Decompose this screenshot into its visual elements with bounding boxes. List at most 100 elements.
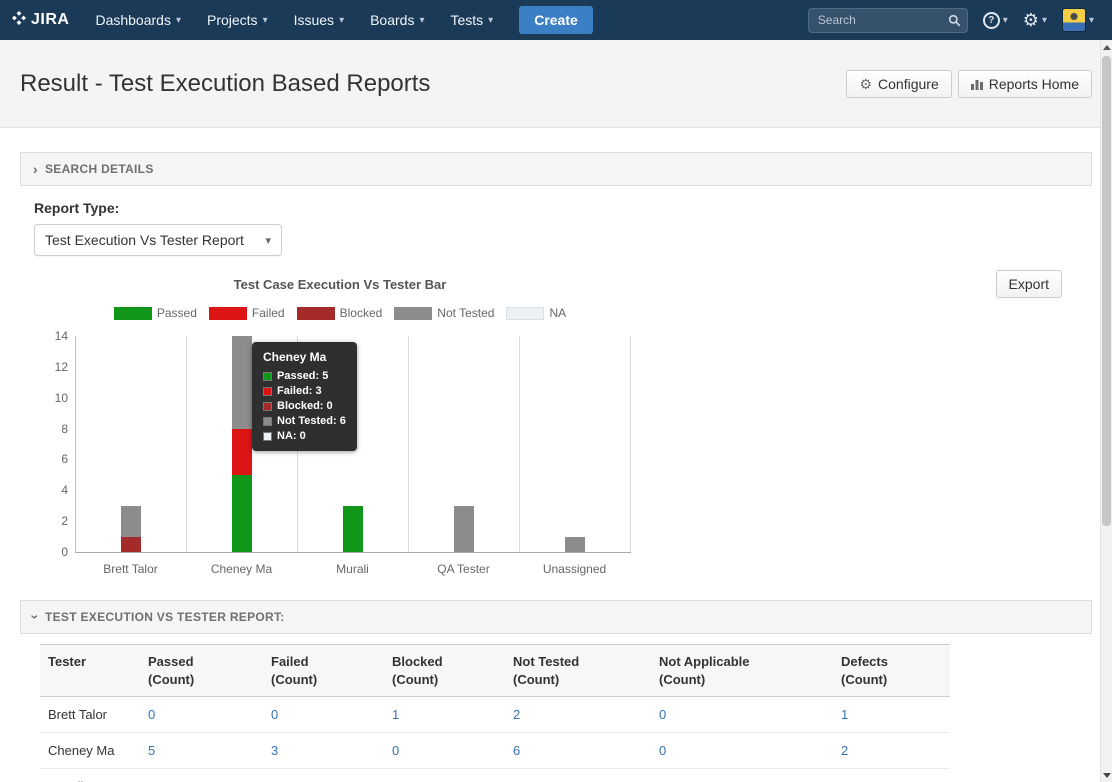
help-menu[interactable]: ? ▾ — [983, 12, 1008, 29]
scrollbar-down-arrow-icon[interactable] — [1101, 768, 1112, 782]
count-cell: 0 — [384, 769, 505, 782]
report-type-select[interactable]: Test Execution Vs Tester Report ▾ — [34, 224, 282, 256]
bar-cheney-ma-passed[interactable] — [232, 475, 252, 552]
table-body: Brett Talor001201Cheney Ma530602Murali30… — [40, 697, 950, 782]
vertical-scrollbar[interactable] — [1100, 40, 1112, 782]
column-header-label: Not Applicable — [659, 653, 825, 671]
legend-swatch-blocked — [297, 307, 335, 320]
bar-qa-tester-not-tested[interactable] — [454, 506, 474, 552]
count-link[interactable]: 2 — [841, 743, 848, 758]
count-link[interactable]: 0 — [392, 743, 399, 758]
legend-item-failed: Failed — [209, 306, 285, 320]
x-axis-category-label: Unassigned — [519, 562, 630, 576]
legend-item-blocked: Blocked — [297, 306, 383, 320]
legend-label: NA — [549, 306, 566, 320]
count-link[interactable]: 2 — [513, 707, 520, 722]
bar-cheney-ma-failed[interactable] — [232, 429, 252, 475]
scrollbar-thumb[interactable] — [1102, 56, 1111, 526]
count-link[interactable]: 5 — [148, 743, 155, 758]
count-cell: 0 — [651, 697, 833, 733]
nav-item-label: Tests — [450, 12, 483, 28]
gridline — [519, 336, 520, 552]
count-link[interactable]: 0 — [659, 743, 666, 758]
count-cell: 0 — [140, 697, 263, 733]
report-type-selected-value: Test Execution Vs Tester Report — [45, 232, 244, 248]
column-header-label: Blocked — [392, 653, 497, 671]
count-link[interactable]: 1 — [392, 707, 399, 722]
tooltip-title: Cheney Ma — [263, 350, 346, 364]
tooltip-swatch — [263, 417, 272, 426]
chevron-down-icon: ▾ — [419, 15, 424, 26]
column-header-sub: (Count) — [841, 671, 942, 689]
column-header-label: Failed — [271, 653, 376, 671]
count-link[interactable]: 3 — [271, 743, 278, 758]
nav-menu: Dashboards▾Projects▾Issues▾Boards▾Tests▾ — [95, 12, 493, 28]
bar-unassigned-not-tested[interactable] — [565, 537, 585, 552]
configure-button-label: Configure — [878, 76, 939, 92]
count-link[interactable]: 0 — [148, 707, 155, 722]
tester-name-cell: Murali — [40, 769, 140, 782]
column-header-label: Tester — [48, 653, 132, 671]
main-content: › SEARCH DETAILS Report Type: Test Execu… — [0, 152, 1112, 782]
gear-icon: ⚙ — [1023, 11, 1039, 29]
y-axis-tick-label: 12 — [28, 360, 68, 374]
chart-header: Test Case Execution Vs Tester Bar Export — [20, 270, 1092, 302]
chart-canvas: Cheney Ma Passed: 5Failed: 3Blocked: 0No… — [20, 322, 680, 584]
table-header-row: TesterPassed(Count)Failed(Count)Blocked(… — [40, 645, 950, 697]
gridline — [408, 336, 409, 552]
nav-item-tests[interactable]: Tests▾ — [450, 12, 493, 28]
nav-item-issues[interactable]: Issues▾ — [294, 12, 345, 28]
admin-settings-menu[interactable]: ⚙ ▾ — [1023, 11, 1047, 29]
table-row: Brett Talor001201 — [40, 697, 950, 733]
column-header-sub: (Count) — [148, 671, 255, 689]
user-menu[interactable]: ▾ — [1062, 8, 1094, 32]
legend-label: Failed — [252, 306, 285, 320]
export-button[interactable]: Export — [996, 270, 1062, 298]
create-button[interactable]: Create — [519, 6, 593, 34]
y-axis-tick-label: 8 — [28, 422, 68, 436]
jira-logo[interactable]: JIRA — [12, 11, 69, 30]
nav-item-label: Issues — [294, 12, 334, 28]
legend-item-na: NA — [506, 306, 566, 320]
count-cell: 0 — [651, 733, 833, 769]
legend-label: Not Tested — [437, 306, 494, 320]
chevron-down-icon: ▾ — [263, 15, 268, 26]
nav-item-projects[interactable]: Projects▾ — [207, 12, 268, 28]
report-table-section-header[interactable]: › TEST EXECUTION VS TESTER REPORT: — [20, 600, 1092, 634]
search-box — [808, 8, 968, 33]
tooltip-label: Failed: 3 — [277, 385, 322, 397]
nav-item-label: Dashboards — [95, 12, 171, 28]
reports-home-button[interactable]: Reports Home — [958, 70, 1092, 98]
bar-brett-talor-not-tested[interactable] — [121, 506, 141, 537]
count-link[interactable]: 0 — [659, 707, 666, 722]
user-avatar — [1062, 8, 1086, 32]
bar-brett-talor-blocked[interactable] — [121, 537, 141, 552]
y-axis-tick-label: 14 — [28, 329, 68, 343]
count-link[interactable]: 1 — [841, 707, 848, 722]
configure-button[interactable]: ⚙ Configure — [846, 70, 951, 98]
column-header-sub: (Count) — [659, 671, 825, 689]
x-axis-line — [75, 552, 631, 553]
search-input[interactable] — [808, 8, 968, 33]
count-link[interactable]: 6 — [513, 743, 520, 758]
search-details-section-header[interactable]: › SEARCH DETAILS — [20, 152, 1092, 186]
chevron-down-icon: ▾ — [1003, 15, 1008, 26]
x-axis-category-label: QA Tester — [408, 562, 519, 576]
top-nav: JIRA Dashboards▾Projects▾Issues▾Boards▾T… — [0, 0, 1112, 40]
chevron-down-icon: ▾ — [1042, 15, 1047, 26]
column-header-blocked: Blocked(Count) — [384, 645, 505, 697]
nav-item-dashboards[interactable]: Dashboards▾ — [95, 12, 181, 28]
report-type-block: Report Type: Test Execution Vs Tester Re… — [34, 200, 1092, 256]
legend-label: Passed — [157, 306, 197, 320]
chevron-down-icon: ▾ — [1089, 15, 1094, 26]
gridline — [186, 336, 187, 552]
count-cell: 1 — [833, 697, 950, 733]
bar-murali-passed[interactable] — [343, 506, 363, 552]
chart-section: Test Case Execution Vs Tester Bar Export… — [20, 270, 1092, 584]
count-link[interactable]: 0 — [271, 707, 278, 722]
bar-cheney-ma-not-tested[interactable] — [232, 336, 252, 429]
nav-item-boards[interactable]: Boards▾ — [370, 12, 424, 28]
legend-swatch-passed — [114, 307, 152, 320]
scrollbar-up-arrow-icon[interactable] — [1101, 40, 1112, 54]
nav-right: ? ▾ ⚙ ▾ ▾ — [808, 8, 1094, 33]
